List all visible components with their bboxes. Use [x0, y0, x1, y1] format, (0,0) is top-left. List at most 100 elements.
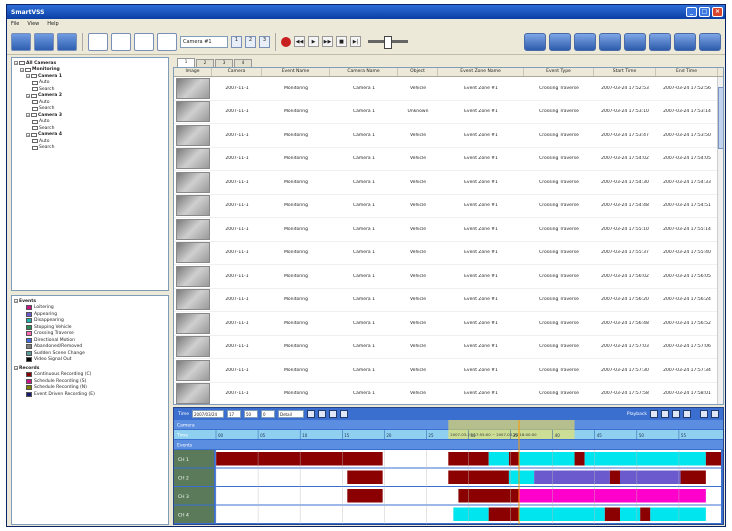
camera-select[interactable]: Camera #1: [180, 35, 228, 48]
record-segment[interactable]: [216, 452, 383, 466]
tab-3[interactable]: 3: [215, 59, 233, 67]
record-segment[interactable]: [519, 507, 605, 522]
pb-export-button[interactable]: [700, 410, 708, 418]
monitor-button[interactable]: [599, 32, 621, 51]
expand-icon[interactable]: −: [14, 299, 18, 304]
tab-4[interactable]: 4: [234, 59, 252, 67]
record-segment[interactable]: [534, 470, 610, 485]
column-header[interactable]: Object: [398, 68, 438, 76]
table-row[interactable]: 2007-11-1 Monitoring Camera 1 Vehicle Event …: [174, 218, 723, 242]
second-select[interactable]: 0: [261, 410, 276, 418]
menu-view[interactable]: View: [27, 21, 39, 27]
tab-1[interactable]: 1: [177, 58, 195, 67]
step-icon[interactable]: ▶|: [350, 36, 361, 47]
page-button-2[interactable]: 2: [245, 35, 256, 48]
timeline-zoom-in-button[interactable]: [318, 410, 327, 418]
record-segment[interactable]: [574, 452, 585, 466]
record-segment[interactable]: [650, 507, 706, 522]
expand-icon[interactable]: −: [26, 93, 30, 98]
record-config-button[interactable]: [574, 32, 596, 51]
camera-tree-item[interactable]: Search: [12, 145, 168, 152]
maximize-button[interactable]: □: [699, 7, 710, 17]
expand-icon[interactable]: −: [20, 67, 24, 72]
record-segment[interactable]: [620, 507, 641, 522]
timeline-chart[interactable]: Camera Time Events 2007-03-24 17:55:00 ~ 20…: [174, 420, 723, 524]
column-header[interactable]: Camera: [212, 68, 262, 76]
event-config-button[interactable]: [549, 32, 571, 51]
legend-item[interactable]: Video Signal Out: [12, 357, 168, 364]
record-icon[interactable]: [281, 36, 291, 47]
table-row[interactable]: 2007-11-1 Monitoring Camera 1 Unknown Event …: [174, 101, 723, 124]
record-segment[interactable]: [488, 507, 519, 522]
play-icon[interactable]: ▶: [308, 36, 319, 47]
expand-icon[interactable]: −: [26, 113, 30, 118]
search-button[interactable]: [34, 32, 54, 51]
table-row[interactable]: 2007-11-1 Monitoring Camera 1 Vehicle Event …: [174, 265, 723, 289]
column-header[interactable]: Camera Name: [330, 68, 398, 76]
exit-button[interactable]: [699, 32, 721, 51]
column-header[interactable]: Event Type: [524, 68, 594, 76]
table-row[interactable]: 2007-11-1 Monitoring Camera 1 Vehicle Event …: [174, 171, 723, 195]
record-segment[interactable]: [448, 470, 509, 485]
tab-2[interactable]: 2: [196, 59, 214, 67]
layout-16-button[interactable]: [157, 32, 177, 51]
column-header[interactable]: Image: [174, 68, 212, 76]
page-button-3[interactable]: 3: [259, 35, 270, 48]
record-segment[interactable]: [604, 507, 620, 522]
record-segment[interactable]: [519, 452, 575, 466]
record-segment[interactable]: [640, 507, 651, 522]
forward-icon[interactable]: ▶▶: [322, 36, 333, 47]
minimize-button[interactable]: _: [686, 7, 697, 17]
table-row[interactable]: 2007-11-1 Monitoring Camera 1 Vehicle Event …: [174, 359, 723, 383]
layout-4-button[interactable]: [111, 32, 131, 51]
table-row[interactable]: 2007-11-1 Monitoring Camera 1 Vehicle Event …: [174, 148, 723, 171]
page-button-1[interactable]: 1: [231, 35, 242, 48]
column-header[interactable]: Start Time: [594, 68, 656, 76]
expand-icon[interactable]: −: [26, 74, 30, 79]
record-segment[interactable]: [584, 452, 706, 466]
menu-file[interactable]: File: [11, 21, 19, 27]
date-select[interactable]: 2007/03/24: [192, 410, 225, 418]
playback-button[interactable]: [57, 32, 77, 51]
settings-button[interactable]: [649, 32, 671, 51]
table-row[interactable]: 2007-11-1 Monitoring Camera 1 Vehicle Event …: [174, 383, 723, 404]
table-row[interactable]: 2007-11-1 Monitoring Camera 1 Vehicle Event …: [174, 124, 723, 148]
record-segment[interactable]: [508, 470, 535, 485]
expand-icon[interactable]: −: [14, 61, 18, 66]
minute-select[interactable]: 50: [244, 410, 259, 418]
close-button[interactable]: ×: [712, 7, 723, 17]
column-header[interactable]: Event Name: [262, 68, 330, 76]
expand-icon[interactable]: −: [14, 366, 18, 371]
record-segment[interactable]: [519, 489, 706, 503]
column-header[interactable]: Event Zone Name: [438, 68, 524, 76]
timeline-prev-button[interactable]: [307, 410, 316, 418]
grid-scrollbar[interactable]: [717, 77, 723, 404]
stop-icon[interactable]: ■: [336, 36, 347, 47]
timeline-zoom-out-button[interactable]: [329, 410, 338, 418]
table-row[interactable]: 2007-11-1 Monitoring Camera 1 Vehicle Event …: [174, 195, 723, 218]
pb-pause-button[interactable]: [672, 410, 680, 418]
record-segment[interactable]: [609, 470, 620, 485]
record-segment[interactable]: [620, 470, 681, 485]
live-view-button[interactable]: [11, 32, 31, 51]
table-row[interactable]: 2007-11-1 Monitoring Camera 1 Vehicle Event …: [174, 242, 723, 265]
record-segment[interactable]: [347, 470, 383, 485]
print-button[interactable]: [674, 32, 696, 51]
display-button[interactable]: [624, 32, 646, 51]
scale-select[interactable]: Detail: [278, 410, 305, 418]
record-segment[interactable]: [488, 452, 509, 466]
table-row[interactable]: 2007-11-1 Monitoring Camera 1 Vehicle Event …: [174, 336, 723, 359]
menu-help[interactable]: Help: [47, 21, 58, 27]
expand-icon[interactable]: −: [26, 132, 30, 137]
rewind-icon[interactable]: ◀◀: [294, 36, 305, 47]
table-row[interactable]: 2007-11-1 Monitoring Camera 1 Vehicle Event …: [174, 312, 723, 336]
layout-9-button[interactable]: [134, 32, 154, 51]
record-segment[interactable]: [458, 489, 519, 503]
pb-play-button[interactable]: [661, 410, 669, 418]
record-segment[interactable]: [347, 489, 383, 503]
table-row[interactable]: 2007-11-1 Monitoring Camera 1 Vehicle Event …: [174, 77, 723, 101]
pb-settings-button[interactable]: [711, 410, 719, 418]
record-segment[interactable]: [705, 452, 721, 466]
table-row[interactable]: 2007-11-1 Monitoring Camera 1 Vehicle Event …: [174, 289, 723, 312]
pb-stop-button[interactable]: [683, 410, 691, 418]
